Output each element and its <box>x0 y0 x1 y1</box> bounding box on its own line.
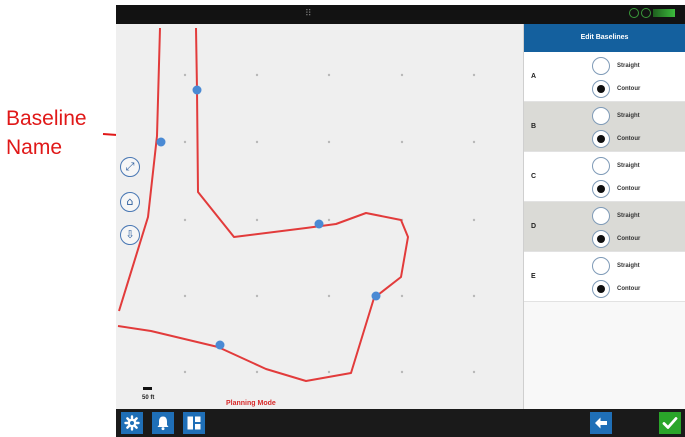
planning-mode-label: Planning Mode <box>226 400 276 407</box>
baseline-point[interactable] <box>215 340 225 350</box>
baseline-point[interactable] <box>314 219 324 229</box>
map-canvas[interactable] <box>116 24 523 409</box>
home-button[interactable]: ⌂ <box>120 192 140 212</box>
straight-option[interactable]: Straight <box>592 207 640 225</box>
alerts-button[interactable] <box>152 412 174 434</box>
contour-radio[interactable] <box>592 180 610 198</box>
map-grid-dots <box>183 73 476 374</box>
bottom-toolbar <box>116 409 685 437</box>
straight-option[interactable]: Straight <box>592 57 640 75</box>
edit-baselines-panel: Edit Baselines A Straight Contour B Stra… <box>523 24 685 409</box>
confirm-button[interactable] <box>659 412 681 434</box>
scale-label: 50 ft <box>142 395 155 401</box>
zoom-extents-button[interactable]: ⤢ <box>120 157 140 177</box>
baseline-letter: B <box>531 123 537 130</box>
scale-bar <box>143 387 152 390</box>
contour-radio[interactable] <box>592 130 610 148</box>
contour-label: Contour <box>617 86 641 92</box>
back-button[interactable] <box>590 412 612 434</box>
contour-option[interactable]: Contour <box>592 130 640 148</box>
contour-option[interactable]: Contour <box>592 280 640 298</box>
baseline-point[interactable] <box>371 291 381 301</box>
straight-radio[interactable] <box>592 107 610 125</box>
settings-button[interactable] <box>121 412 143 434</box>
straight-radio[interactable] <box>592 57 610 75</box>
layout-icon <box>187 416 201 430</box>
baseline-name-callout: Baseline Name <box>6 104 87 162</box>
signal-strength-icon <box>653 9 675 17</box>
layout-button[interactable] <box>183 412 205 434</box>
baseline-row-e: E Straight Contour <box>524 252 685 302</box>
straight-option[interactable]: Straight <box>592 107 640 125</box>
contour-radio[interactable] <box>592 80 610 98</box>
baseline-letter: C <box>531 173 537 180</box>
straight-radio[interactable] <box>592 257 610 275</box>
signal-status-icon <box>641 8 651 18</box>
straight-option[interactable]: Straight <box>592 157 640 175</box>
top-status-bar: ⠿ <box>116 5 685 24</box>
straight-option[interactable]: Straight <box>592 257 640 275</box>
contour-label: Contour <box>617 186 641 192</box>
device-screen: ⠿ ⤢ ⌂ ⇩ 50 ft Planning Mode Edit Baselin… <box>116 5 685 437</box>
baseline-path-b[interactable] <box>117 27 409 382</box>
straight-label: Straight <box>617 113 640 119</box>
contour-radio[interactable] <box>592 280 610 298</box>
callout-label-line2: Name <box>6 136 63 159</box>
contour-radio[interactable] <box>592 230 610 248</box>
contour-option[interactable]: Contour <box>592 230 640 248</box>
straight-label: Straight <box>617 213 640 219</box>
baseline-row-c: C Straight Contour <box>524 152 685 202</box>
baseline-row-b: B Straight Contour <box>524 102 685 152</box>
baseline-letter: A <box>531 73 537 80</box>
back-arrow-icon <box>595 417 607 429</box>
baseline-letter: E <box>531 273 536 280</box>
baseline-point[interactable] <box>156 137 166 147</box>
status-indicators <box>629 8 675 18</box>
drag-grip-icon[interactable]: ⠿ <box>305 10 312 19</box>
contour-label: Contour <box>617 236 641 242</box>
vehicle-position-icon: ⇩ <box>125 228 135 241</box>
map-area[interactable]: ⤢ ⌂ ⇩ 50 ft Planning Mode <box>116 24 523 409</box>
panel-title: Edit Baselines <box>524 24 685 52</box>
callout-label-line1: Baseline <box>6 107 87 130</box>
confirm-check-icon <box>662 417 678 429</box>
baseline-row-d: D Straight Contour <box>524 202 685 252</box>
straight-label: Straight <box>617 263 640 269</box>
settings-icon <box>124 415 140 431</box>
contour-label: Contour <box>617 136 641 142</box>
contour-option[interactable]: Contour <box>592 180 640 198</box>
vehicle-position-button[interactable]: ⇩ <box>120 225 140 245</box>
zoom-extents-icon: ⤢ <box>125 160 135 173</box>
straight-radio[interactable] <box>592 157 610 175</box>
gps-status-icon <box>629 8 639 18</box>
baseline-letter: D <box>531 223 537 230</box>
contour-option[interactable]: Contour <box>592 80 640 98</box>
straight-label: Straight <box>617 63 640 69</box>
baseline-points <box>156 85 381 350</box>
straight-label: Straight <box>617 163 640 169</box>
baseline-row-a: A Straight Contour <box>524 52 685 102</box>
alerts-bell-icon <box>157 416 169 431</box>
contour-label: Contour <box>617 286 641 292</box>
baseline-point[interactable] <box>192 85 202 95</box>
home-icon: ⌂ <box>126 195 134 208</box>
straight-radio[interactable] <box>592 207 610 225</box>
